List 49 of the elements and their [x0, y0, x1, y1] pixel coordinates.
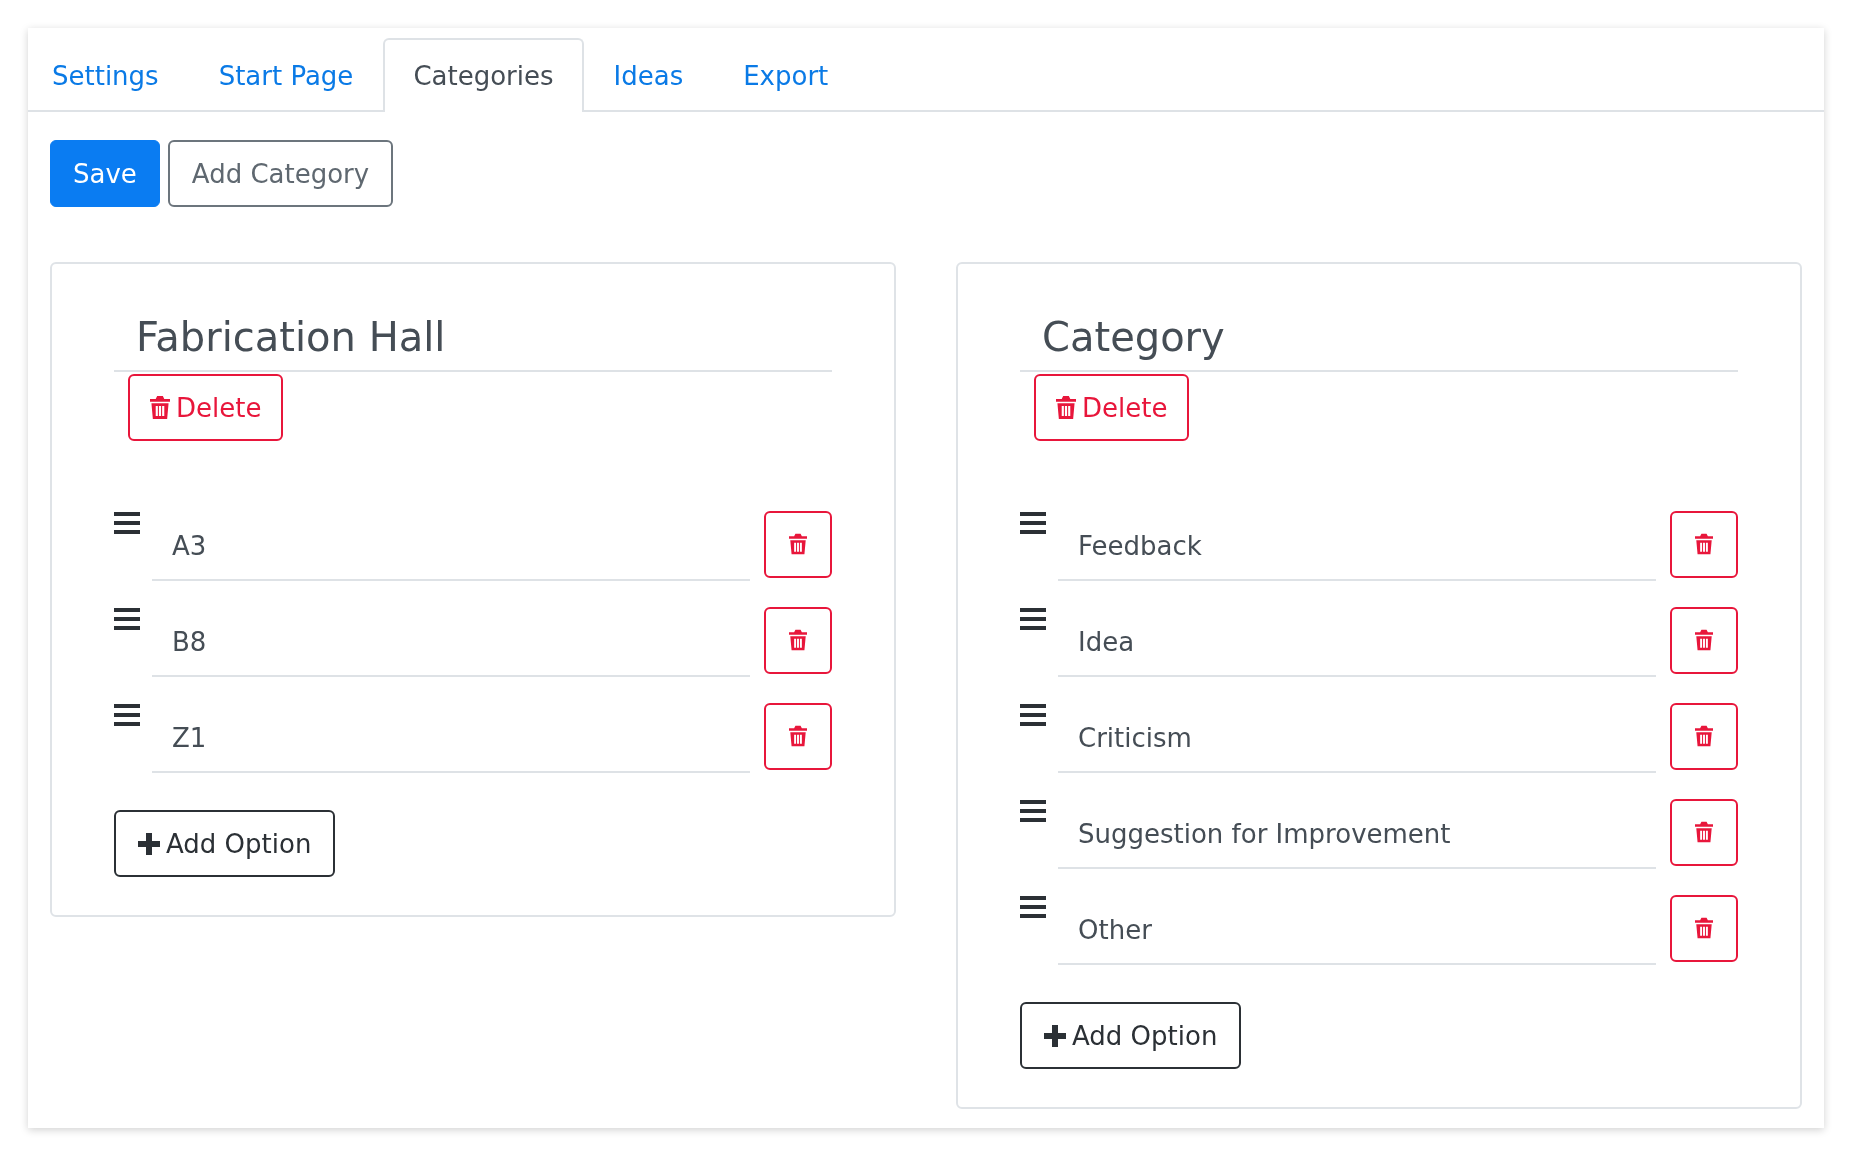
tab[interactable]: Start Page [188, 38, 384, 112]
drag-handle-icon[interactable] [1020, 704, 1046, 726]
save-button[interactable]: Save [50, 140, 160, 207]
option-field[interactable]: A3 [152, 513, 750, 581]
category-name-field[interactable]: Category [1020, 314, 1738, 372]
drag-handle-icon[interactable] [114, 512, 140, 534]
tab[interactable]: Ideas [583, 38, 714, 112]
remove-option-button[interactable] [1670, 702, 1738, 770]
trash-icon [1695, 917, 1713, 939]
remove-option-button[interactable] [1670, 510, 1738, 578]
add-option-button[interactable]: Add Option [114, 810, 336, 877]
drag-handle-icon[interactable] [114, 608, 140, 630]
drag-handle-icon[interactable] [1020, 512, 1046, 534]
trash-icon [1695, 725, 1713, 747]
remove-option-button[interactable] [1670, 798, 1738, 866]
remove-option-button[interactable] [764, 702, 832, 770]
tab[interactable]: Categories [383, 38, 584, 112]
option-field[interactable]: Feedback [1058, 513, 1656, 581]
plus-icon [1044, 1024, 1066, 1047]
remove-option-button[interactable] [764, 510, 832, 578]
delete-button[interactable]: Delete [128, 374, 284, 441]
option-field[interactable]: Suggestion for Improvement [1058, 801, 1656, 869]
trash-icon [789, 533, 807, 555]
delete-button[interactable]: Delete [1034, 374, 1190, 441]
trash-icon [789, 629, 807, 651]
remove-option-button[interactable] [1670, 606, 1738, 674]
remove-option-button[interactable] [764, 606, 832, 674]
trash-icon [789, 725, 807, 747]
tab[interactable]: Settings [50, 38, 189, 112]
trash-icon [150, 396, 170, 419]
drag-handle-icon[interactable] [1020, 608, 1046, 630]
drag-handle-icon[interactable] [1020, 800, 1046, 822]
trash-icon [1695, 629, 1713, 651]
trash-icon [1695, 533, 1713, 555]
add-category-button[interactable]: Add Category [167, 140, 394, 207]
add-option-button[interactable]: Add Option [1020, 1002, 1242, 1069]
option-field[interactable]: Criticism [1058, 705, 1656, 773]
trash-icon [1056, 396, 1076, 419]
plus-icon [138, 832, 160, 855]
trash-icon [1695, 821, 1713, 843]
drag-handle-icon[interactable] [114, 704, 140, 726]
option-field[interactable]: Idea [1058, 609, 1656, 677]
option-field[interactable]: B8 [152, 609, 750, 677]
category-name-field[interactable]: Fabrication Hall [114, 314, 832, 372]
drag-handle-icon[interactable] [1020, 896, 1046, 918]
tab[interactable]: Export [713, 38, 859, 112]
option-field[interactable]: Other [1058, 897, 1656, 965]
remove-option-button[interactable] [1670, 894, 1738, 962]
option-field[interactable]: Z1 [152, 705, 750, 773]
